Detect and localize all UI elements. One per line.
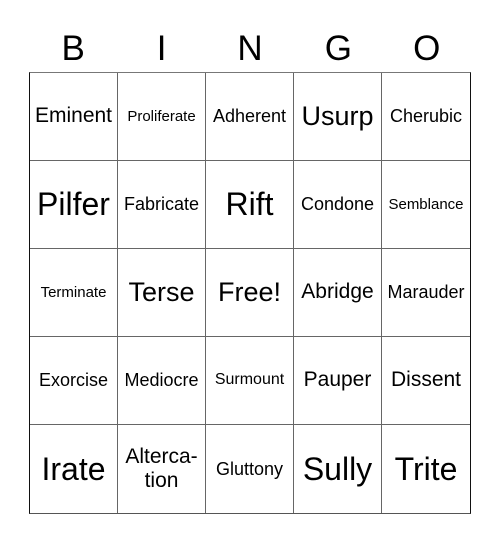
bingo-cell[interactable]: Proliferate: [118, 73, 206, 161]
bingo-cell[interactable]: Semblance: [382, 161, 470, 249]
cell-word: Eminent: [34, 104, 113, 128]
bingo-cell[interactable]: Usurp: [294, 73, 382, 161]
cell-word: Pauper: [303, 368, 372, 392]
free-space-label: Free!: [217, 276, 282, 307]
cell-word: Marauder: [387, 282, 465, 303]
free-space-cell[interactable]: Free!: [206, 249, 294, 337]
cell-word: Rift: [225, 186, 274, 223]
cell-word: Adherent: [212, 106, 287, 127]
cell-word: Alterca- tion: [125, 444, 198, 492]
bingo-cell[interactable]: Condone: [294, 161, 382, 249]
cell-word: Usurp: [301, 100, 374, 131]
cell-word: Terminate: [40, 283, 107, 301]
bingo-header: B I N G O: [29, 26, 471, 72]
cell-word: Exorcise: [38, 370, 109, 391]
bingo-cell[interactable]: Terminate: [30, 249, 118, 337]
bingo-cell[interactable]: Mediocre: [118, 337, 206, 425]
bingo-cell[interactable]: Terse: [118, 249, 206, 337]
bingo-cell[interactable]: Marauder: [382, 249, 470, 337]
bingo-cell[interactable]: Fabricate: [118, 161, 206, 249]
cell-word: Irate: [41, 450, 106, 487]
bingo-cell[interactable]: Eminent: [30, 73, 118, 161]
bingo-cell[interactable]: Exorcise: [30, 337, 118, 425]
bingo-cell[interactable]: Pauper: [294, 337, 382, 425]
cell-word: Dissent: [390, 368, 462, 392]
cell-word: Terse: [128, 276, 195, 307]
header-letter-o: O: [413, 29, 441, 68]
cell-word: Semblance: [388, 195, 464, 213]
bingo-cell[interactable]: Dissent: [382, 337, 470, 425]
header-letter-i: I: [156, 29, 167, 68]
header-letter-n: N: [237, 29, 263, 68]
cell-word: Sully: [302, 450, 373, 487]
bingo-cell[interactable]: Pilfer: [30, 161, 118, 249]
cell-word: Condone: [300, 194, 375, 215]
cell-word: Fabricate: [123, 194, 200, 215]
bingo-cell[interactable]: Rift: [206, 161, 294, 249]
bingo-cell[interactable]: Gluttony: [206, 425, 294, 513]
bingo-cell[interactable]: Cherubic: [382, 73, 470, 161]
header-letter-b: B: [61, 29, 85, 68]
bingo-cell[interactable]: Irate: [30, 425, 118, 513]
header-letter-g: G: [324, 29, 352, 68]
bingo-cell[interactable]: Alterca- tion: [118, 425, 206, 513]
cell-word: Gluttony: [215, 458, 284, 479]
bingo-cell[interactable]: Surmount: [206, 337, 294, 425]
bingo-cell[interactable]: Abridge: [294, 249, 382, 337]
bingo-card-grid: Eminent Proliferate Adherent Usurp Cheru…: [29, 72, 471, 514]
cell-word: Surmount: [214, 371, 285, 389]
bingo-cell[interactable]: Trite: [382, 425, 470, 513]
cell-word: Cherubic: [389, 106, 463, 127]
bingo-cell[interactable]: Sully: [294, 425, 382, 513]
cell-word: Trite: [394, 450, 458, 487]
cell-word: Abridge: [301, 280, 374, 304]
cell-word: Mediocre: [124, 370, 199, 391]
bingo-cell[interactable]: Adherent: [206, 73, 294, 161]
cell-word: Pilfer: [37, 186, 110, 223]
cell-word: Proliferate: [127, 107, 196, 125]
